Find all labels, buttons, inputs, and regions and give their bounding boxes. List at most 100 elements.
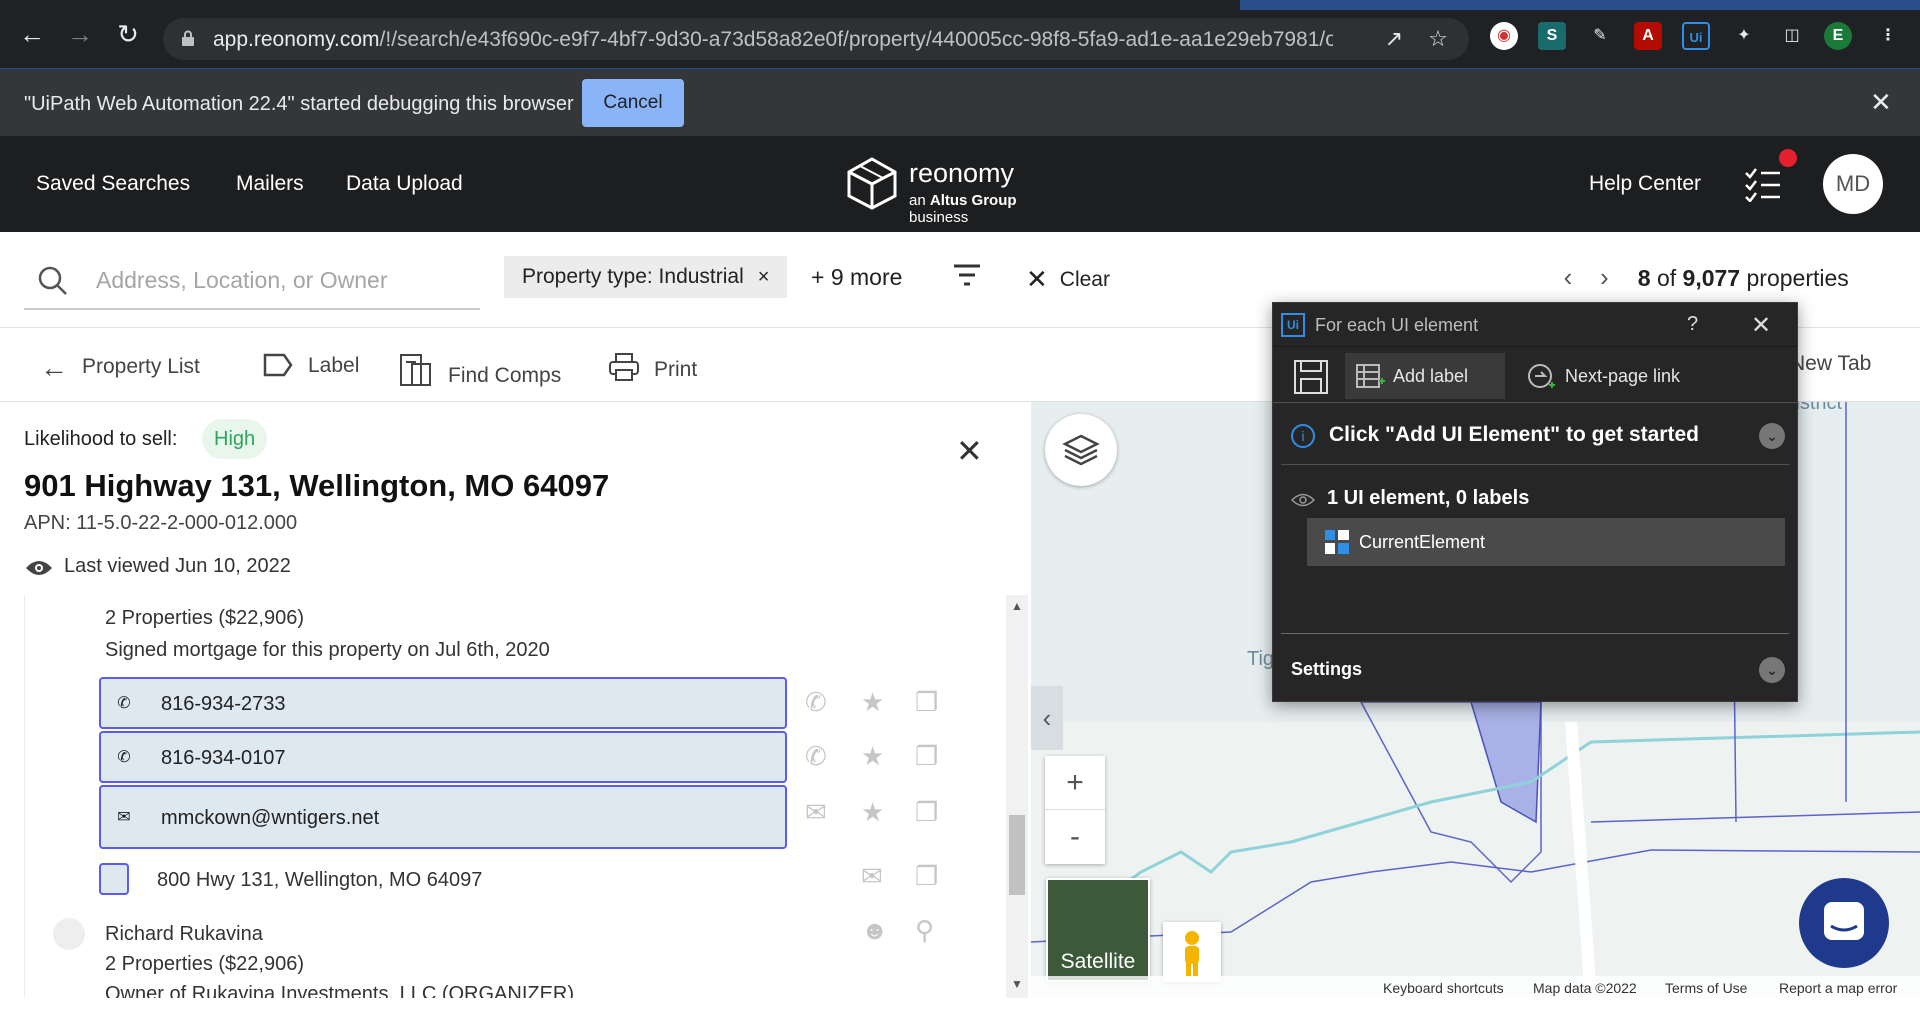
- share-icon[interactable]: ↗: [1381, 26, 1407, 52]
- search-person-icon[interactable]: ⚲: [915, 915, 934, 946]
- person-action-icon[interactable]: ☻: [861, 915, 888, 946]
- uipath-info-section[interactable]: i Click "Add UI Element" to get started …: [1281, 407, 1789, 465]
- keyboard-shortcuts-link[interactable]: Keyboard shortcuts: [1383, 980, 1504, 996]
- copy-icon[interactable]: ❐: [915, 861, 938, 892]
- contacts-scrollbar[interactable]: ▲ ▼: [1006, 595, 1028, 998]
- current-element-label: CurrentElement: [1359, 532, 1486, 552]
- user-avatar[interactable]: MD: [1823, 154, 1883, 214]
- star-icon[interactable]: ★: [861, 741, 884, 772]
- zoom-in-button[interactable]: +: [1045, 756, 1105, 810]
- clear-x-icon: ✕: [1026, 264, 1048, 294]
- forward-icon[interactable]: →: [66, 20, 94, 48]
- find-comps-button[interactable]: Find Comps: [398, 352, 561, 388]
- search-icon: [38, 266, 67, 295]
- copy-icon[interactable]: ❐: [915, 687, 938, 718]
- clear-filters-button[interactable]: ✕ Clear: [1026, 264, 1110, 295]
- next-page-link-button[interactable]: Next-page link: [1527, 353, 1727, 399]
- street-view-pegman-icon[interactable]: [1163, 922, 1221, 982]
- property-list-button[interactable]: ← Property List: [40, 352, 200, 384]
- map-collapse-button[interactable]: ‹: [1031, 686, 1063, 750]
- chevron-down-icon[interactable]: ⌄: [1759, 657, 1785, 683]
- s-extension-icon[interactable]: S: [1538, 22, 1566, 50]
- menu-kebab-icon[interactable]: ⋮: [1874, 22, 1902, 50]
- print-button[interactable]: Print: [608, 352, 697, 382]
- side-panel-icon[interactable]: ◫: [1778, 22, 1806, 50]
- eye-icon: [1291, 493, 1315, 507]
- phone-icon: ✆: [117, 749, 131, 766]
- pen-extension-icon[interactable]: ✎: [1586, 22, 1614, 50]
- call-icon[interactable]: ✆: [805, 741, 827, 772]
- star-icon[interactable]: ★: [861, 797, 884, 828]
- scroll-down-icon[interactable]: ▼: [1011, 977, 1023, 991]
- email-value: mmckown@wntigers.net: [161, 807, 380, 829]
- filter-chip-property-type[interactable]: Property type: Industrial ×: [504, 256, 788, 298]
- map-place-label: Tig: [1247, 648, 1275, 670]
- add-label-button[interactable]: Add label: [1345, 353, 1505, 399]
- zoom-out-button[interactable]: -: [1045, 810, 1105, 864]
- uipath-icon[interactable]: Ui: [1682, 22, 1710, 50]
- contact-email[interactable]: ✉ mmckown@wntigers.net: [99, 785, 787, 849]
- map-footer: Keyboard shortcuts Map data ©2022 Terms …: [1031, 976, 1920, 998]
- label-button[interactable]: Label: [262, 352, 359, 378]
- star-icon[interactable]: ★: [861, 687, 884, 718]
- uipath-toolbar: Add label Next-page link: [1273, 349, 1797, 403]
- reonomy-logo[interactable]: reonomy an Altus Group business: [845, 154, 1075, 226]
- contact-phone-2[interactable]: ✆ 816-934-0107: [99, 731, 787, 783]
- tasks-icon[interactable]: [1744, 166, 1782, 202]
- settings-section[interactable]: Settings: [1291, 659, 1362, 680]
- profile-avatar[interactable]: E: [1824, 22, 1852, 50]
- color-picker-icon[interactable]: ◉: [1490, 22, 1518, 50]
- scroll-thumb[interactable]: [1009, 815, 1025, 895]
- help-icon[interactable]: ?: [1687, 313, 1698, 336]
- report-map-error-link[interactable]: Report a map error: [1779, 980, 1897, 996]
- acrobat-icon[interactable]: A: [1634, 22, 1662, 50]
- next-page-text: Next-page link: [1565, 366, 1681, 386]
- infobar-message: "UiPath Web Automation 22.4" started deb…: [24, 93, 574, 115]
- satellite-toggle[interactable]: Satellite: [1046, 878, 1150, 982]
- bookmark-star-icon[interactable]: ☆: [1425, 26, 1451, 52]
- remove-filter-icon[interactable]: ×: [758, 266, 770, 288]
- email-action-icon[interactable]: ✉: [805, 797, 827, 828]
- close-infobar-icon[interactable]: ✕: [1870, 87, 1892, 118]
- zoom-controls: + -: [1045, 756, 1105, 864]
- prev-result-icon[interactable]: ‹: [1553, 262, 1583, 293]
- copy-icon[interactable]: ❐: [915, 797, 938, 828]
- person-2-properties: 2 Properties ($22,906): [105, 953, 305, 975]
- back-icon[interactable]: ←: [18, 20, 46, 48]
- nav-saved-searches[interactable]: Saved Searches: [36, 172, 190, 196]
- map-layers-button[interactable]: [1045, 414, 1117, 486]
- next-result-icon[interactable]: ›: [1589, 262, 1619, 293]
- help-center-link[interactable]: Help Center: [1589, 172, 1701, 196]
- puzzle-icon[interactable]: ✦: [1730, 22, 1758, 50]
- contact-phone-1[interactable]: ✆ 816-934-2733: [99, 677, 787, 729]
- scroll-up-icon[interactable]: ▲: [1011, 599, 1023, 613]
- filter-icon[interactable]: [952, 262, 982, 288]
- close-detail-icon[interactable]: ✕: [956, 432, 983, 470]
- phone-1-value: 816-934-2733: [161, 693, 286, 715]
- search-input[interactable]: [96, 264, 466, 296]
- current-element-item[interactable]: CurrentElement: [1307, 518, 1785, 566]
- chat-icon: [1824, 902, 1864, 940]
- app-header: Saved Searches Mailers Data Upload reono…: [0, 136, 1920, 232]
- property-apn: APN: 11-5.0-22-2-000-012.000: [24, 512, 298, 534]
- call-icon[interactable]: ✆: [805, 687, 827, 718]
- close-panel-icon[interactable]: ✕: [1751, 311, 1771, 340]
- more-filters-button[interactable]: + 9 more: [811, 264, 902, 291]
- reload-icon[interactable]: ↻: [114, 20, 142, 48]
- cancel-debug-button[interactable]: Cancel: [582, 79, 684, 127]
- terms-link[interactable]: Terms of Use: [1665, 980, 1747, 996]
- mailbox-action-icon[interactable]: ✉: [861, 861, 883, 892]
- search-box: [24, 252, 480, 310]
- nav-data-upload[interactable]: Data Upload: [346, 172, 463, 196]
- phone-icon: ✆: [117, 695, 131, 712]
- chat-support-button[interactable]: [1799, 878, 1889, 968]
- open-new-tab-button[interactable]: New Tab: [1790, 352, 1871, 376]
- likelihood-label: Likelihood to sell:: [24, 428, 178, 450]
- address-bar[interactable]: app.reonomy.com/!/search/e43f690c-e9f7-4…: [163, 18, 1469, 60]
- save-icon[interactable]: [1293, 359, 1329, 395]
- notification-dot: [1777, 147, 1799, 169]
- chevron-down-icon[interactable]: ⌄: [1759, 423, 1785, 449]
- contacts-scroll-area[interactable]: 2 Properties ($22,906) Signed mortgage f…: [24, 595, 982, 998]
- copy-icon[interactable]: ❐: [915, 741, 938, 772]
- nav-mailers[interactable]: Mailers: [236, 172, 304, 196]
